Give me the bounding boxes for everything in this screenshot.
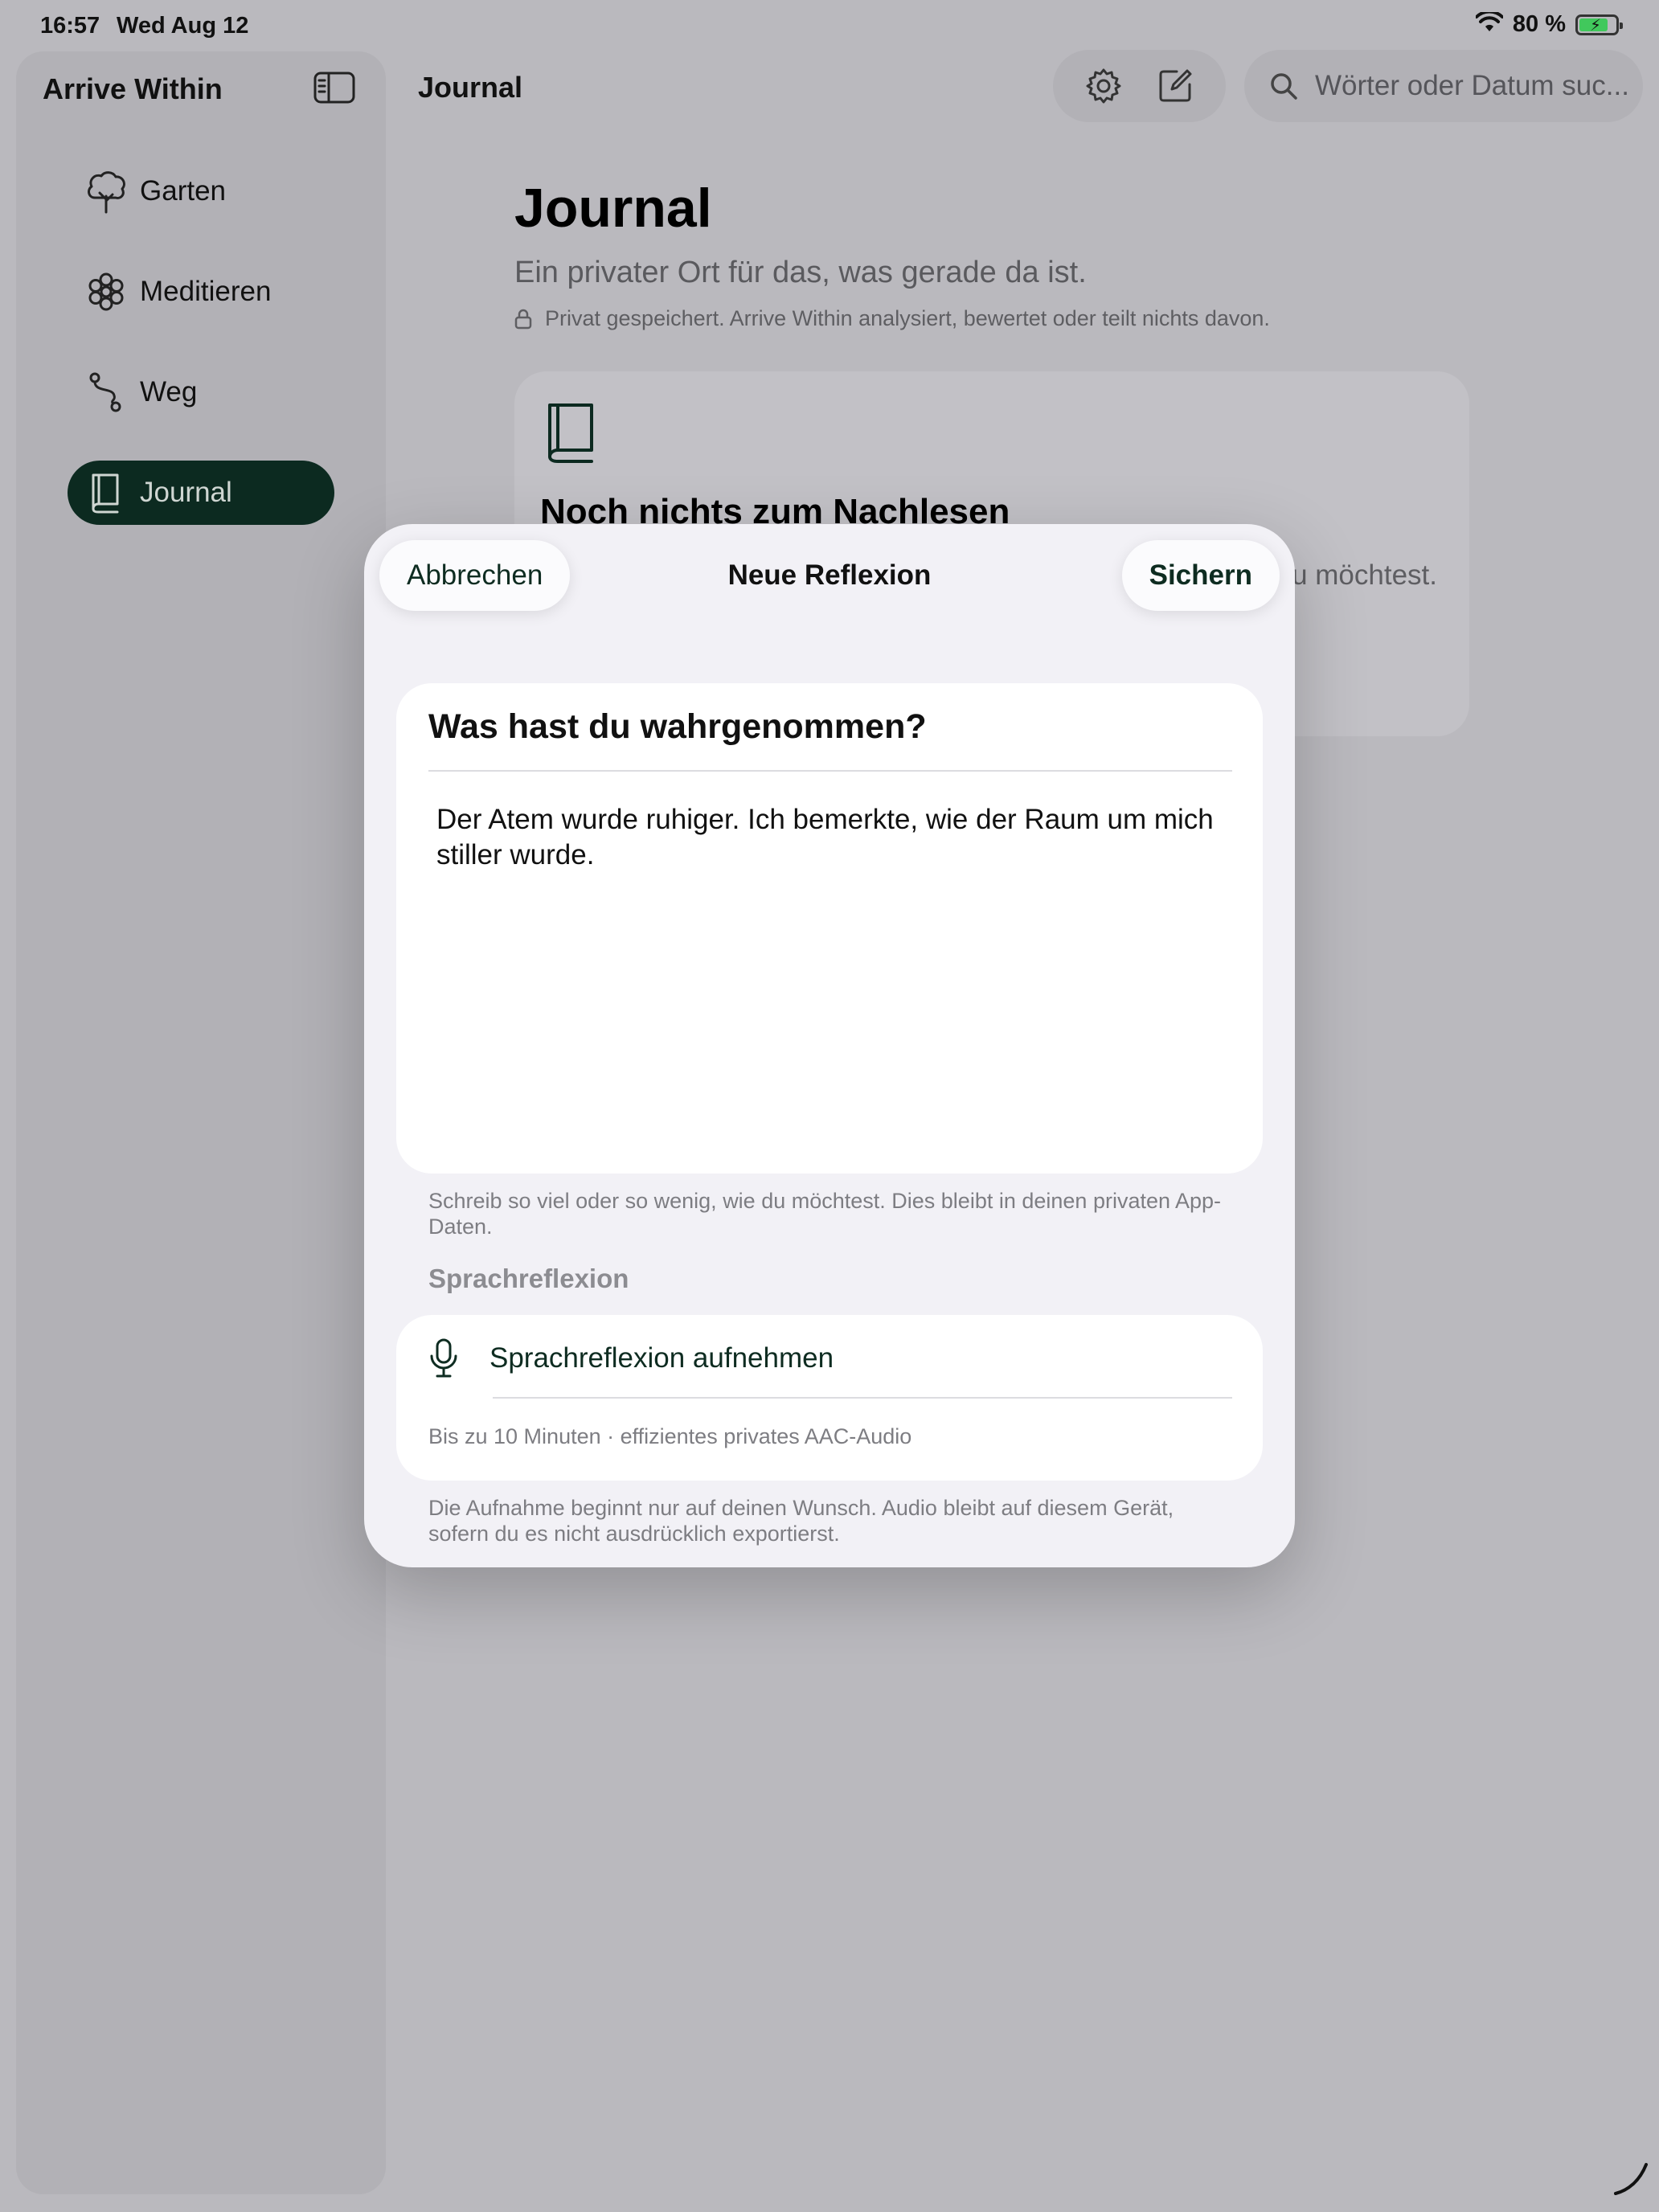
battery-tip bbox=[1620, 22, 1623, 29]
sidebar-item-label: Meditieren bbox=[140, 276, 272, 307]
divider bbox=[493, 1397, 1232, 1399]
privacy-text: Privat gespeichert. Arrive Within analys… bbox=[545, 306, 1270, 330]
status-bar: 16:57 Wed Aug 12 80 % ⚡ bbox=[0, 0, 1659, 51]
voice-meta: Bis zu 10 Minuten · effizientes privates… bbox=[428, 1424, 912, 1448]
book-icon bbox=[84, 470, 129, 515]
sidebar-item-weg[interactable]: Weg bbox=[68, 360, 334, 424]
corner-grabber-icon bbox=[1611, 2158, 1651, 2202]
settings-button[interactable] bbox=[1075, 58, 1132, 114]
book-icon bbox=[545, 402, 596, 469]
tree-icon bbox=[84, 169, 129, 214]
path-icon bbox=[84, 370, 129, 415]
wifi-icon bbox=[1474, 10, 1504, 37]
microphone-icon bbox=[430, 1338, 457, 1378]
sidebar-nav: Garten Meditieren Weg Journal bbox=[68, 159, 334, 561]
status-date: Wed Aug 12 bbox=[117, 13, 249, 39]
sidebar: Arrive Within Garten Meditieren Weg Jour… bbox=[16, 51, 386, 2194]
reflection-hint: Schreib so viel oder so wenig, wie du mö… bbox=[428, 1189, 1222, 1239]
sidebar-item-label: Garten bbox=[140, 175, 226, 207]
lock-icon bbox=[514, 309, 532, 329]
sidebar-item-label: Journal bbox=[140, 477, 232, 508]
search-input[interactable] bbox=[1315, 70, 1636, 102]
reflection-card: Was hast du wahrgenommen? Der Atem wurde… bbox=[396, 683, 1263, 1174]
nav-title: Journal bbox=[418, 71, 523, 104]
sidebar-item-journal[interactable]: Journal bbox=[68, 461, 334, 525]
compose-icon bbox=[1159, 69, 1192, 102]
app-title: Arrive Within bbox=[43, 72, 223, 105]
sidebar-item-garten[interactable]: Garten bbox=[68, 159, 334, 223]
battery-icon: ⚡ bbox=[1575, 14, 1623, 35]
status-indicators: 80 % ⚡ bbox=[1474, 10, 1623, 38]
toolbar bbox=[1053, 50, 1226, 122]
page-title: Journal bbox=[514, 178, 712, 239]
sidebar-item-meditieren[interactable]: Meditieren bbox=[68, 260, 334, 324]
reflection-question: Was hast du wahrgenommen? bbox=[428, 707, 927, 746]
voice-footer-note: Die Aufnahme beginnt nur auf deinen Wuns… bbox=[428, 1496, 1174, 1546]
screen: 16:57 Wed Aug 12 80 % ⚡ Arrive Within Ga… bbox=[0, 0, 1659, 2212]
page-subtitle: Ein privater Ort für das, was gerade da … bbox=[514, 256, 1087, 289]
record-voice-button[interactable]: Sprachreflexion aufnehmen bbox=[428, 1334, 1232, 1382]
battery-percentage: 80 % bbox=[1512, 11, 1566, 37]
divider bbox=[428, 770, 1232, 772]
search-icon bbox=[1271, 73, 1297, 100]
status-time: 16:57 bbox=[40, 13, 100, 39]
sidebar-toggle-button[interactable] bbox=[313, 71, 355, 104]
compose-button[interactable] bbox=[1147, 58, 1203, 114]
voice-reflection-card: Sprachreflexion aufnehmen Bis zu 10 Minu… bbox=[396, 1315, 1263, 1481]
sidebar-item-label: Weg bbox=[140, 376, 198, 408]
save-button[interactable]: Sichern bbox=[1121, 540, 1280, 611]
charging-bolt-icon: ⚡ bbox=[1590, 16, 1602, 35]
empty-state-subtitle: u möchtest. bbox=[1292, 559, 1437, 591]
voice-section-label: Sprachreflexion bbox=[428, 1264, 629, 1293]
gear-icon bbox=[1086, 68, 1121, 104]
privacy-note: Privat gespeichert. Arrive Within analys… bbox=[514, 306, 1270, 331]
reflection-text-field[interactable]: Der Atem wurde ruhiger. Ich bemerkte, wi… bbox=[436, 802, 1232, 873]
flower-icon bbox=[84, 269, 129, 314]
sidebar-toggle-icon bbox=[313, 72, 355, 104]
new-reflection-sheet: Abbrechen Neue Reflexion Sichern Was has… bbox=[364, 524, 1295, 1567]
record-voice-label: Sprachreflexion aufnehmen bbox=[490, 1342, 834, 1374]
search-bar[interactable] bbox=[1244, 50, 1643, 122]
